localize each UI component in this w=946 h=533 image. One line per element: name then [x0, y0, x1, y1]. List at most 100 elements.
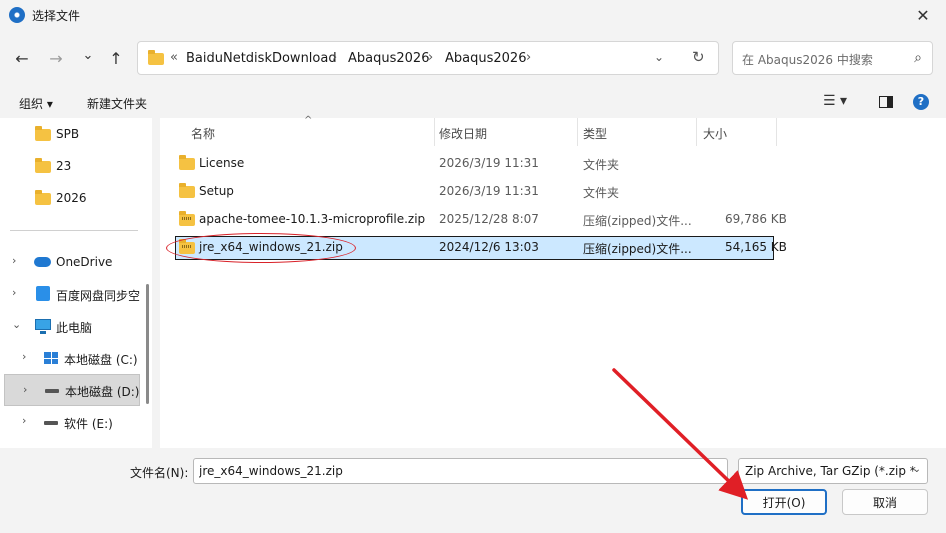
drive-icon	[44, 421, 58, 425]
breadcrumb-abaqus2026[interactable]: Abaqus2026	[348, 51, 429, 66]
back-icon[interactable]: ←	[10, 46, 34, 70]
preview-pane-icon[interactable]	[879, 96, 893, 108]
address-dropdown-icon[interactable]: ⌄	[654, 50, 664, 64]
chevron-down-icon[interactable]: ⌄	[913, 464, 921, 475]
sidebar-item-label: 软件 (E:)	[64, 417, 113, 431]
forward-icon[interactable]: →	[44, 46, 68, 70]
baidunetdisk-app-icon	[9, 7, 25, 23]
expand-chevron-icon[interactable]: ›	[22, 350, 26, 363]
column-header-date[interactable]: 修改日期	[434, 118, 577, 146]
breadcrumb-separator-icon[interactable]: ›	[428, 50, 433, 65]
file-name: apache-tomee-10.1.3-microprofile.zip	[199, 212, 426, 226]
onedrive-cloud-icon	[34, 257, 51, 267]
view-options-icon[interactable]: ☰ ▾	[823, 93, 847, 109]
sidebar-divider	[10, 230, 138, 231]
windows-drive-icon	[44, 352, 58, 364]
filename-input[interactable]	[193, 458, 728, 484]
window-title: 选择文件	[32, 9, 81, 23]
sidebar-item-label: 百度网盘同步空	[56, 289, 141, 303]
sidebar-item-label: 此电脑	[56, 321, 93, 335]
navigation-pane: SPB 23 2026 › OneDrive › 百度网盘同步空 ⌄ 此电脑 ›…	[0, 118, 152, 448]
breadcrumb-separator-icon[interactable]: ›	[526, 50, 531, 65]
overflow-icon[interactable]: «	[170, 50, 178, 65]
help-icon[interactable]: ?	[913, 94, 929, 110]
sidebar-item-2026[interactable]: 2026	[0, 182, 142, 214]
breadcrumb-separator-icon[interactable]: ›	[332, 50, 337, 65]
column-divider[interactable]	[776, 118, 777, 146]
computer-icon	[35, 319, 51, 334]
column-header-label: 名称	[191, 127, 216, 141]
title-bar: 选择文件 ✕	[0, 0, 946, 30]
folder-icon	[35, 158, 51, 173]
file-list: 名称 ^ 修改日期 类型 大小 License 2026/3/19 11:31 …	[160, 115, 946, 448]
breadcrumb-baidunetdiskdownload[interactable]: BaiduNetdiskDownload	[186, 51, 337, 66]
file-name: Setup	[199, 184, 234, 198]
sidebar-item-onedrive[interactable]: › OneDrive	[0, 246, 142, 278]
sort-ascending-icon: ^	[304, 115, 313, 126]
sidebar-item-baidu-sync[interactable]: › 百度网盘同步空	[0, 278, 142, 310]
search-icon[interactable]: ⌕	[914, 50, 922, 66]
sidebar-item-label: SPB	[56, 127, 80, 141]
folder-icon	[179, 155, 195, 170]
address-bar[interactable]: « BaiduNetdiskDownload › Abaqus2026 › Ab…	[137, 41, 719, 75]
file-date: 2024/12/6 13:03	[439, 240, 539, 254]
column-header-type[interactable]: 类型	[577, 118, 696, 146]
column-header-label: 类型	[583, 127, 608, 141]
file-name: jre_x64_windows_21.zip	[199, 240, 343, 254]
sidebar-item-drive-c[interactable]: › 本地磁盘 (C:)	[0, 342, 142, 374]
file-type: 文件夹	[583, 186, 620, 200]
sidebar-item-spb[interactable]: SPB	[0, 118, 142, 150]
collapse-chevron-icon[interactable]: ⌄	[12, 318, 21, 331]
file-type-filter-select[interactable]: Zip Archive, Tar GZip (*.zip * ⌄	[738, 458, 928, 484]
file-row-jre-selected[interactable]: jre_x64_windows_21.zip 2024/12/6 13:03 压…	[175, 236, 787, 260]
baidunetdisk-sync-icon	[36, 286, 50, 301]
folder-icon	[148, 50, 164, 65]
sidebar-item-drive-e[interactable]: › 软件 (E:)	[0, 406, 142, 438]
column-header-label: 大小	[703, 127, 728, 141]
sidebar-scrollbar[interactable]	[146, 284, 149, 404]
sidebar-item-label: 23	[56, 159, 72, 173]
sidebar-item-this-pc[interactable]: ⌄ 此电脑	[0, 310, 142, 342]
organize-menu-button[interactable]: 组织 ▾	[19, 95, 53, 112]
expand-chevron-icon[interactable]: ›	[22, 414, 26, 427]
file-date: 2026/3/19 11:31	[439, 184, 539, 198]
file-row-setup[interactable]: Setup 2026/3/19 11:31 文件夹	[175, 180, 774, 204]
sidebar-item-drive-d[interactable]: › 本地磁盘 (D:)	[4, 374, 140, 406]
expand-chevron-icon[interactable]: ›	[12, 286, 16, 299]
file-type: 压缩(zipped)文件...	[583, 242, 692, 256]
column-header-label: 修改日期	[439, 127, 488, 141]
file-date: 2025/12/28 8:07	[439, 212, 539, 226]
folder-icon	[35, 190, 51, 205]
drive-icon	[45, 389, 59, 393]
sidebar-item-23[interactable]: 23	[0, 150, 142, 182]
file-type: 文件夹	[583, 158, 620, 172]
recent-locations-icon[interactable]: ⌄	[76, 43, 100, 67]
file-type-filter-value: Zip Archive, Tar GZip (*.zip *	[745, 464, 916, 478]
folder-icon	[179, 183, 195, 198]
cancel-button[interactable]: 取消	[842, 489, 928, 515]
open-button[interactable]: 打开(O)	[741, 489, 827, 515]
file-name: License	[199, 156, 245, 170]
sidebar-item-label: OneDrive	[56, 255, 113, 269]
up-icon[interactable]: ↑	[104, 46, 128, 70]
column-header-size[interactable]: 大小	[696, 118, 776, 146]
file-row-apache-tomee[interactable]: apache-tomee-10.1.3-microprofile.zip 202…	[175, 208, 787, 232]
search-placeholder: 在 Abaqus2026 中搜索	[742, 53, 873, 67]
sidebar-item-label: 2026	[56, 191, 87, 205]
breadcrumb-abaqus2026-current[interactable]: Abaqus2026	[445, 51, 526, 66]
refresh-icon[interactable]: ↻	[692, 48, 705, 66]
new-folder-button[interactable]: 新建文件夹	[87, 95, 147, 112]
column-header-name[interactable]: 名称 ^	[160, 115, 434, 146]
file-row-license[interactable]: License 2026/3/19 11:31 文件夹	[175, 152, 774, 176]
file-size: 69,786 KB	[725, 212, 787, 226]
close-button[interactable]: ✕	[900, 0, 946, 30]
folder-icon	[35, 126, 51, 141]
file-date: 2026/3/19 11:31	[439, 156, 539, 170]
filename-label: 文件名(N):	[130, 466, 189, 480]
navigation-bar: ← → ⌄ ↑ « BaiduNetdiskDownload › Abaqus2…	[0, 36, 946, 80]
sidebar-item-label: 本地磁盘 (C:)	[64, 353, 138, 367]
expand-chevron-icon[interactable]: ›	[12, 254, 16, 267]
search-input[interactable]: 在 Abaqus2026 中搜索 ⌕	[732, 41, 933, 75]
expand-chevron-icon[interactable]: ›	[23, 383, 27, 396]
zip-folder-icon	[179, 239, 195, 254]
